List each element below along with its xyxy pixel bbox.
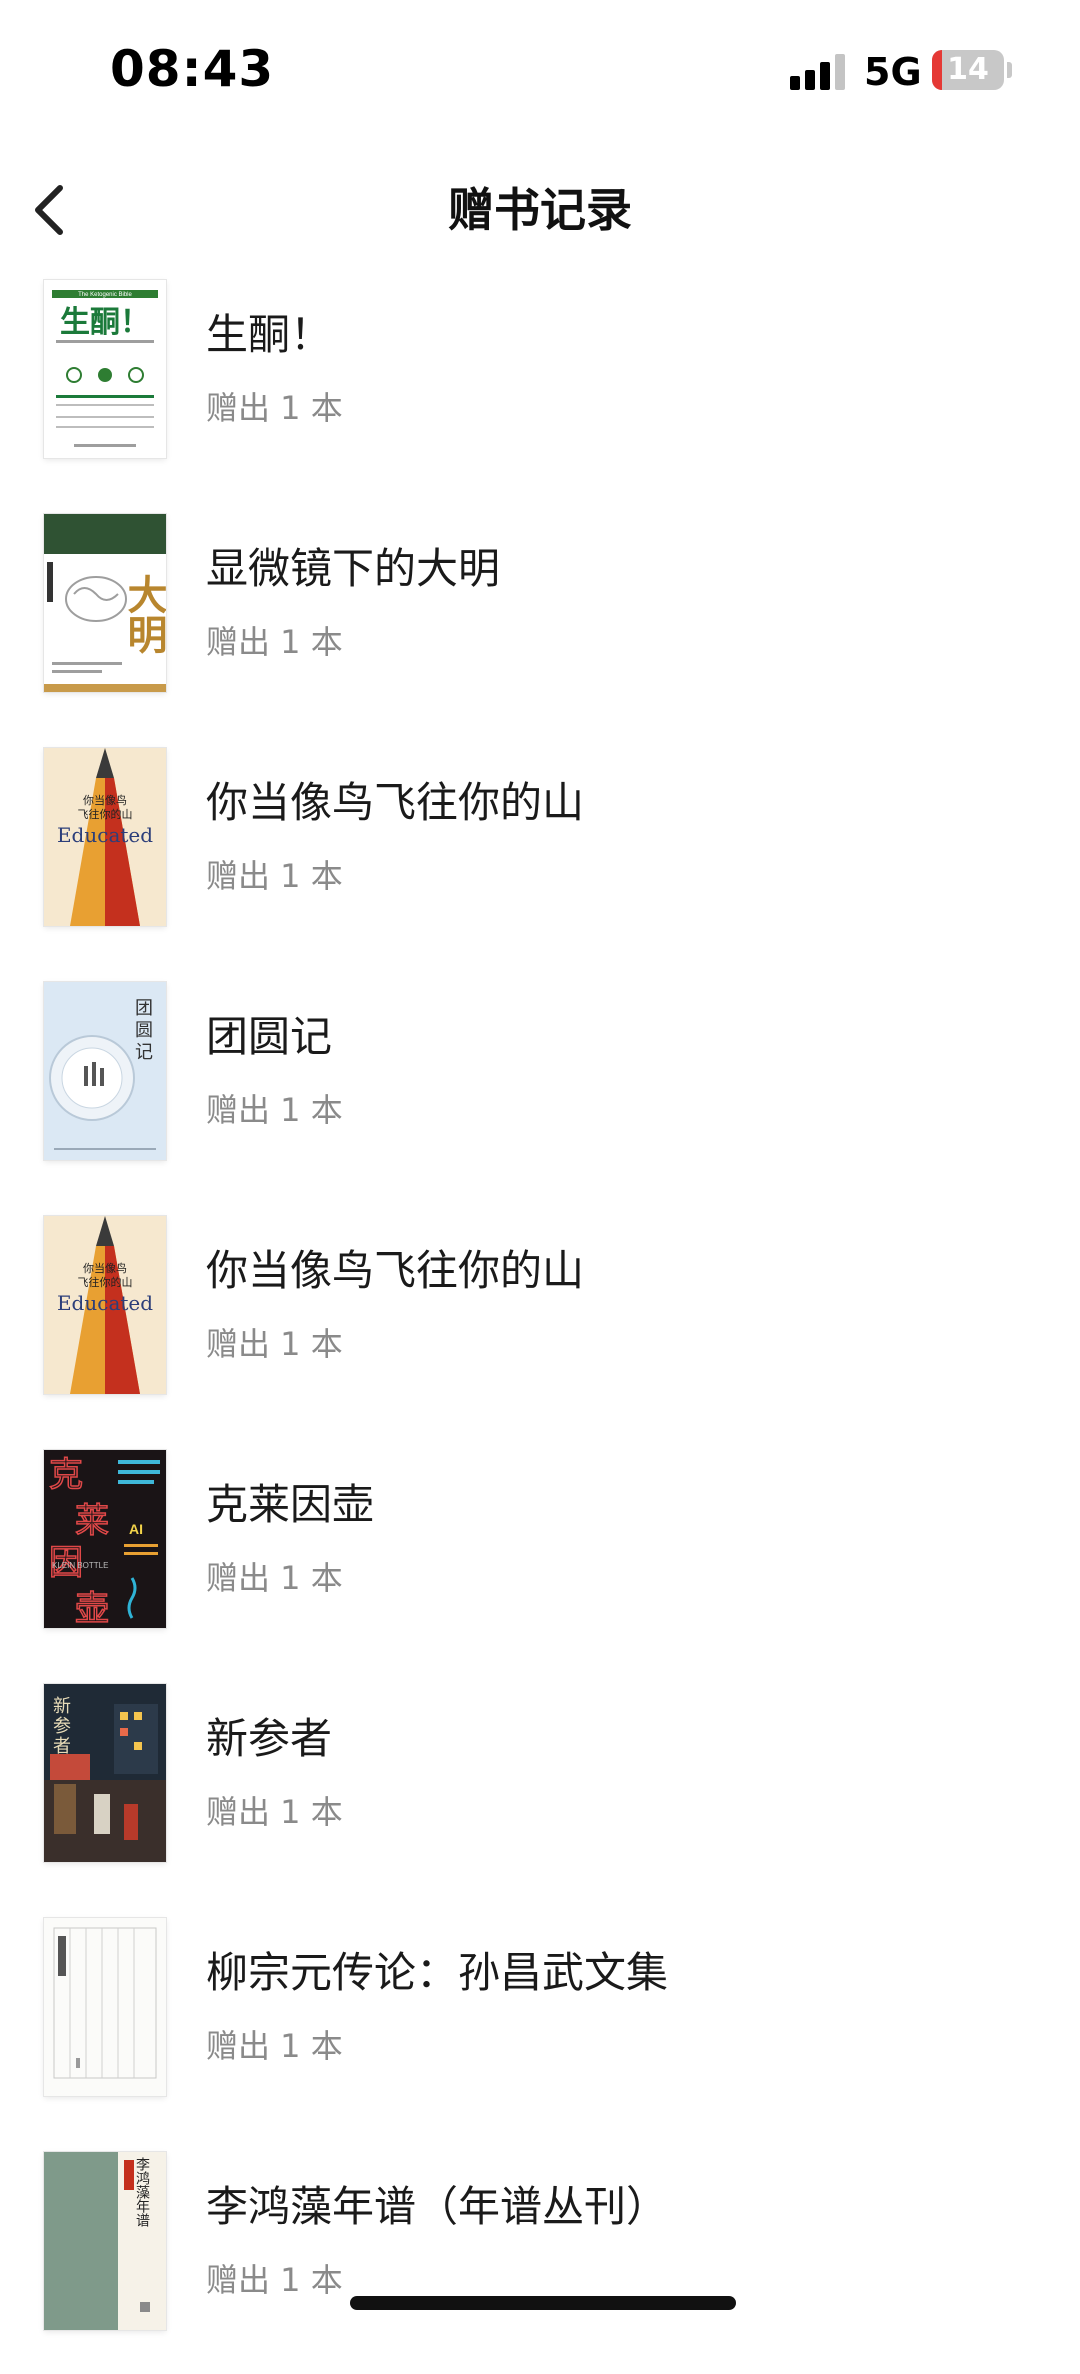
gift-count: 赠出 1 本: [206, 1325, 343, 1363]
book-title: 生酮！: [206, 310, 333, 359]
cover-text: 大明: [121, 574, 167, 655]
cover-text: 团: [135, 998, 153, 1019]
cover-text: 你当像鸟: [83, 1261, 127, 1275]
book-cover-image: 团 圆 记: [44, 982, 166, 1160]
gift-count: 赠出 1 本: [206, 389, 343, 427]
cover-text: 生酮！: [60, 305, 150, 340]
list-item[interactable]: 新 参 者 新参者 赠出 1 本: [0, 1674, 1080, 1906]
network-type-label: 5G: [864, 50, 922, 94]
cover-text: AI: [129, 1521, 143, 1537]
book-cover-image: 大明: [44, 514, 166, 692]
list-item[interactable]: The Ketogenic Bible 生酮！ 生酮！ 赠出 1 本: [0, 270, 1080, 502]
cover-text: KLEIN BOTTLE: [52, 1561, 108, 1570]
book-title: 新参者: [206, 1714, 333, 1763]
book-title: 你当像鸟飞往你的山: [206, 778, 585, 827]
cover-text: Educated: [57, 823, 153, 847]
cover-text: 莱: [75, 1501, 109, 1541]
nav-bar: 赠书记录: [0, 150, 1080, 270]
cover-text: 克: [49, 1455, 83, 1495]
book-cover: 克 莱 因 壶 KLEIN BOTTLE AI: [44, 1450, 166, 1628]
cover-text: 飞往你的山: [78, 1275, 133, 1289]
home-indicator[interactable]: [350, 2296, 736, 2310]
gift-count: 赠出 1 本: [206, 1559, 343, 1597]
list-item[interactable]: 你当像鸟 飞往你的山 Educated 你当像鸟飞往你的山 赠出 1 本: [0, 1206, 1080, 1438]
book-cover: 新 参 者: [44, 1684, 166, 1862]
book-title: 显微镜下的大明: [206, 544, 501, 593]
cover-text: 圆: [135, 1020, 153, 1041]
book-cover: 你当像鸟 飞往你的山 Educated: [44, 1216, 166, 1394]
list-item[interactable]: 柳宗元传论：孙昌武文集 赠出 1 本: [0, 1908, 1080, 2140]
book-cover: 你当像鸟 飞往你的山 Educated: [44, 748, 166, 926]
cellular-signal-icon: [790, 54, 846, 90]
book-cover-image: 新 参 者: [44, 1684, 166, 1862]
list-item[interactable]: 你当像鸟 飞往你的山 Educated 你当像鸟飞往你的山 赠出 1 本: [0, 738, 1080, 970]
list-item[interactable]: 李鸿藻年谱 李鸿藻年谱（年谱丛刊） 赠出 1 本: [0, 2142, 1080, 2374]
book-title: 克莱因壶: [206, 1480, 375, 1529]
cover-text: 参: [53, 1716, 71, 1737]
book-title: 李鸿藻年谱（年谱丛刊）: [206, 2182, 669, 2231]
cover-text: 者: [53, 1736, 71, 1757]
book-cover: The Ketogenic Bible 生酮！: [44, 280, 166, 458]
book-cover-image: 你当像鸟 飞往你的山 Educated: [44, 748, 166, 926]
book-title: 团圆记: [206, 1012, 333, 1061]
book-title: 柳宗元传论：孙昌武文集: [206, 1948, 669, 1997]
list-item[interactable]: 团 圆 记 团圆记 赠出 1 本: [0, 972, 1080, 1204]
cover-text: The Ketogenic Bible: [78, 292, 132, 298]
cover-text: 李鸿藻年谱: [134, 2157, 150, 2227]
cover-text: 飞往你的山: [78, 807, 133, 821]
gift-count: 赠出 1 本: [206, 623, 343, 661]
gift-count: 赠出 1 本: [206, 1793, 343, 1831]
gift-count: 赠出 1 本: [206, 1091, 343, 1129]
gift-count: 赠出 1 本: [206, 857, 343, 895]
gift-count: 赠出 1 本: [206, 2261, 343, 2299]
book-cover: 大明: [44, 514, 166, 692]
cover-text: 你当像鸟: [83, 793, 127, 807]
status-bar: 08:43 5G 14: [0, 0, 1080, 150]
book-cover-image: [44, 1918, 166, 2096]
cover-text: Educated: [57, 1291, 153, 1315]
battery-icon: 14: [932, 50, 1004, 90]
book-cover-image: 你当像鸟 飞往你的山 Educated: [44, 1216, 166, 1394]
book-cover: 李鸿藻年谱: [44, 2152, 166, 2330]
gift-count: 赠出 1 本: [206, 2027, 343, 2065]
status-time: 08:43: [110, 40, 275, 98]
cover-text: 新: [53, 1696, 71, 1717]
book-cover-image: 克 莱 因 壶 KLEIN BOTTLE AI: [44, 1450, 166, 1628]
book-cover: 团 圆 记: [44, 982, 166, 1160]
cover-text: 记: [135, 1042, 153, 1063]
cover-text: 壶: [75, 1589, 109, 1628]
list-item[interactable]: 克 莱 因 壶 KLEIN BOTTLE AI 克莱因壶 赠出 1 本: [0, 1440, 1080, 1672]
book-title: 你当像鸟飞往你的山: [206, 1246, 585, 1295]
battery-level: 14: [947, 52, 989, 87]
list-item[interactable]: 大明 显微镜下的大明 赠出 1 本: [0, 504, 1080, 736]
battery-nub: [1007, 62, 1012, 78]
book-cover-image: 李鸿藻年谱: [44, 2152, 166, 2330]
book-cover-image: The Ketogenic Bible 生酮！: [44, 280, 166, 458]
book-cover: [44, 1918, 166, 2096]
page-title: 赠书记录: [448, 183, 632, 237]
